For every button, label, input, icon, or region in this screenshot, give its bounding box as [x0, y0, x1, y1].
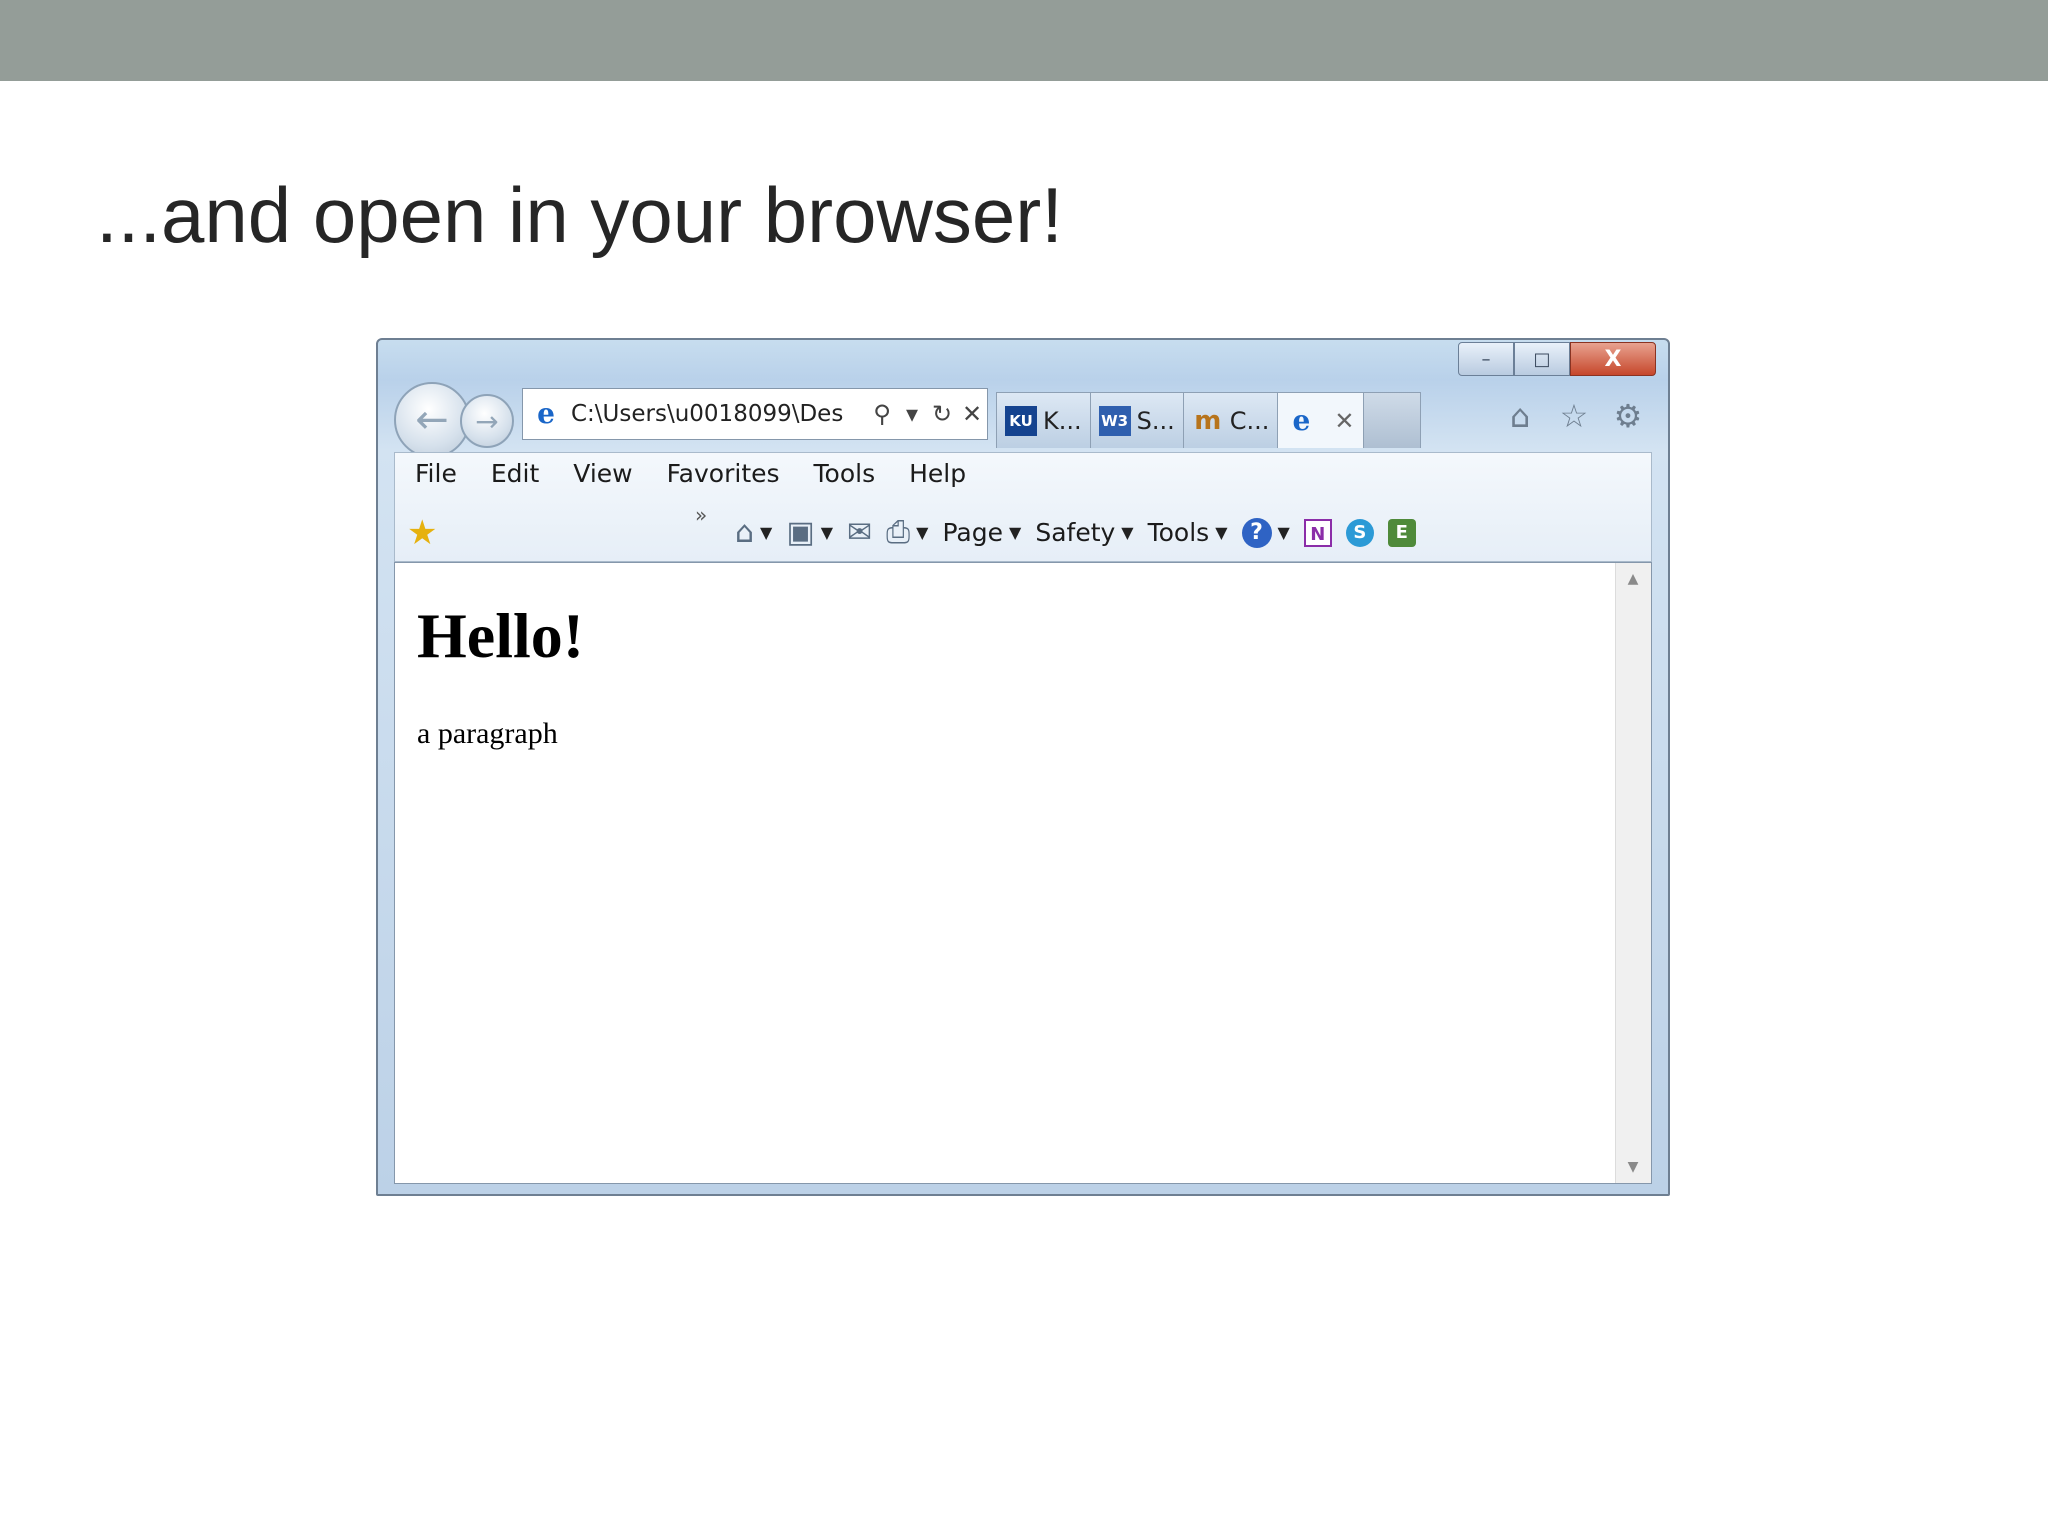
refresh-icon[interactable]: ↻ — [927, 400, 957, 428]
evernote-icon: E — [1387, 518, 1416, 547]
ie-favicon-icon: e — [1292, 403, 1311, 437]
print-command[interactable]: ⎙ ▼ — [886, 515, 928, 550]
tab-label: S... — [1136, 406, 1175, 435]
tab-active-local-file[interactable]: e ✕ — [1277, 392, 1364, 448]
forward-arrow-icon: → — [475, 404, 499, 438]
gear-icon[interactable]: ⚙ — [1610, 398, 1646, 434]
page-menu[interactable]: Page ▼ — [942, 518, 1021, 547]
chevron-more-icon[interactable]: » — [695, 503, 707, 527]
onenote-button[interactable]: N — [1303, 518, 1332, 547]
favorites-add-icon[interactable]: ★ — [407, 513, 437, 553]
tab-c[interactable]: m C... — [1182, 392, 1279, 448]
safety-menu[interactable]: Safety ▼ — [1035, 518, 1133, 547]
menu-tools[interactable]: Tools — [814, 459, 876, 488]
mail-command[interactable]: ✉ — [847, 515, 872, 550]
printer-icon: ⎙ — [886, 515, 911, 550]
close-button[interactable]: X — [1570, 342, 1656, 376]
tab-strip: KU K... W3 S... m C... e ✕ — [996, 392, 1421, 448]
evernote-button[interactable]: E — [1387, 518, 1416, 547]
page-paragraph: a paragraph — [417, 717, 558, 750]
back-button[interactable]: ← — [394, 382, 470, 458]
ku-favicon-icon: KU — [1005, 405, 1037, 436]
new-tab-button[interactable] — [1362, 392, 1421, 448]
skype-button[interactable]: S — [1345, 518, 1374, 547]
home-command[interactable]: ⌂ ▼ — [735, 515, 772, 550]
menu-favorites[interactable]: Favorites — [667, 459, 780, 488]
rss-feed-icon: ▣ — [786, 515, 815, 550]
slide-title: ...and open in your browser! — [96, 171, 1063, 259]
chevron-down-icon[interactable]: ▼ — [916, 523, 928, 542]
home-icon[interactable]: ⌂ — [1502, 398, 1538, 434]
favorites-star-icon[interactable]: ☆ — [1556, 398, 1592, 434]
address-dropdown-icon[interactable]: ▾ — [897, 400, 927, 428]
tools-menu[interactable]: Tools ▼ — [1148, 518, 1228, 547]
safety-menu-label: Safety — [1035, 518, 1116, 547]
page-menu-label: Page — [942, 518, 1004, 547]
window-controls: – □ X — [1458, 342, 1656, 376]
tab-close-icon[interactable]: ✕ — [1334, 407, 1354, 435]
w3-favicon-icon: W3 — [1098, 405, 1131, 436]
menu-view[interactable]: View — [573, 459, 632, 488]
back-arrow-icon: ← — [415, 397, 449, 443]
chevron-down-icon: ▼ — [1121, 523, 1134, 542]
tools-menu-label: Tools — [1147, 518, 1210, 547]
navigation-row: ← → e C:\Users\u0018099\Des ⚲ ▾ ↻ ✕ KU K… — [392, 380, 1662, 458]
chevron-down-icon: ▼ — [1215, 523, 1228, 542]
vertical-scrollbar[interactable]: ▲ ▼ — [1615, 563, 1651, 1183]
menu-bar: File Edit View Favorites Tools Help — [415, 459, 1000, 488]
command-items: ⌂ ▼ ▣ ▼ ✉ ⎙ ▼ Page ▼ Safety ▼ Tools ▼ ? ▼ N S E — [735, 515, 1430, 550]
menu-and-command-area: File Edit View Favorites Tools Help ★ » … — [394, 452, 1652, 562]
tab-label: K... — [1043, 406, 1082, 435]
forward-button[interactable]: → — [460, 394, 514, 448]
stop-icon[interactable]: ✕ — [957, 400, 987, 428]
mail-icon: ✉ — [847, 515, 873, 550]
ie-page-icon: e — [537, 397, 555, 430]
onenote-icon: N — [1303, 518, 1332, 547]
address-bar[interactable]: e C:\Users\u0018099\Des ⚲ ▾ ↻ ✕ — [522, 388, 988, 440]
slide-top-bar — [0, 0, 2048, 81]
chevron-down-icon[interactable]: ▼ — [760, 523, 772, 542]
address-input[interactable]: C:\Users\u0018099\Des — [571, 401, 867, 427]
maximize-button[interactable]: □ — [1514, 342, 1570, 376]
chevron-down-icon[interactable]: ▼ — [821, 523, 833, 542]
tab-ku[interactable]: KU K... — [996, 392, 1091, 448]
browser-window: – □ X ← → e C:\Users\u0018099\Des ⚲ ▾ ↻ … — [376, 338, 1670, 1196]
tab-w3schools[interactable]: W3 S... — [1089, 392, 1184, 448]
scroll-up-icon[interactable]: ▲ — [1616, 571, 1650, 587]
search-icon[interactable]: ⚲ — [867, 400, 897, 428]
feeds-command[interactable]: ▣ ▼ — [786, 515, 833, 550]
tab-label: C... — [1229, 406, 1270, 435]
minimize-button[interactable]: – — [1458, 342, 1514, 376]
chevron-down-icon: ▼ — [1009, 523, 1022, 542]
menu-file[interactable]: File — [415, 459, 457, 488]
page-content: Hello! a paragraph — [417, 599, 584, 751]
skype-icon: S — [1345, 518, 1374, 547]
help-icon: ? — [1241, 517, 1272, 548]
home-icon: ⌂ — [735, 515, 755, 550]
mortarboard-favicon-icon: m — [1194, 405, 1222, 436]
menu-edit[interactable]: Edit — [491, 459, 539, 488]
chevron-down-icon: ▼ — [1277, 523, 1290, 542]
scroll-down-icon[interactable]: ▼ — [1616, 1159, 1650, 1175]
browser-toolbar-icons: ⌂ ☆ ⚙ — [1502, 398, 1646, 434]
command-bar: ★ » ⌂ ▼ ▣ ▼ ✉ ⎙ ▼ Page ▼ Safety ▼ Tools ▼ ? ▼ N… — [395, 503, 1651, 559]
help-menu[interactable]: ? ▼ — [1241, 517, 1290, 548]
menu-help[interactable]: Help — [909, 459, 966, 488]
page-heading: Hello! — [417, 600, 585, 671]
page-viewport: Hello! a paragraph ▲ ▼ — [394, 562, 1652, 1184]
